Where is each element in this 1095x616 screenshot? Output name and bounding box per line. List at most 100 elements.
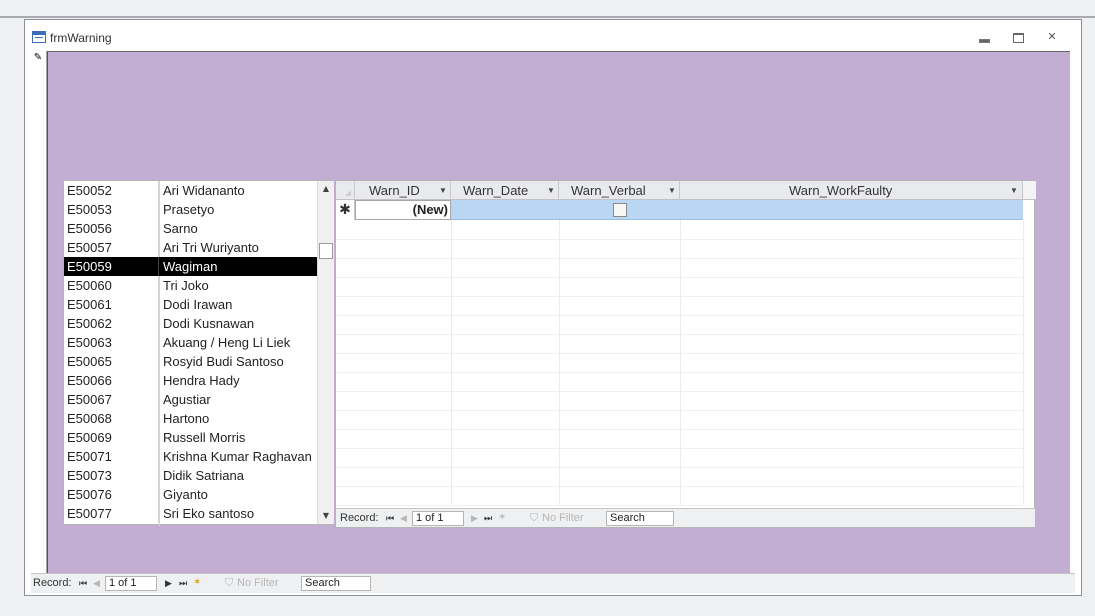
list-item[interactable]: E50076 Giyanto	[64, 485, 317, 504]
column-header-warn-workfaulty[interactable]: Warn_WorkFaulty ▼	[680, 181, 1023, 200]
list-item[interactable]: E50063 Akuang / Heng Li Liek	[64, 333, 317, 352]
grid-row-line	[336, 429, 1023, 430]
employee-id: E50067	[67, 390, 159, 409]
list-item[interactable]: E50073 Didik Satriana	[64, 466, 317, 485]
grid-row-line	[336, 334, 1023, 335]
new-record-marker[interactable]: ✱	[336, 200, 355, 220]
restore-icon[interactable]	[1009, 29, 1027, 45]
search-input[interactable]: Search	[606, 511, 674, 526]
employee-name: Krishna Kumar Raghavan	[163, 449, 312, 464]
employee-name: Agustiar	[163, 392, 211, 407]
record-label: Record:	[340, 512, 379, 524]
list-item[interactable]: E50066 Hendra Hady	[64, 371, 317, 390]
new-record-icon[interactable]: ✶	[498, 509, 506, 527]
list-item[interactable]: E50059 Wagiman	[64, 257, 317, 276]
scroll-down-icon[interactable]: ▼	[318, 508, 334, 524]
new-record-icon[interactable]: ✶	[193, 574, 201, 592]
grid-row-line	[336, 410, 1023, 411]
list-item[interactable]: E50062 Dodi Kusnawan	[64, 314, 317, 333]
last-record-icon[interactable]: ⏭	[484, 509, 492, 527]
next-record-icon[interactable]: ▶	[165, 574, 172, 592]
employee-id: E50063	[67, 333, 159, 352]
list-item[interactable]: E50061 Dodi Irawan	[64, 295, 317, 314]
employee-name: Dodi Kusnawan	[163, 316, 255, 331]
select-all-corner[interactable]	[336, 181, 355, 200]
filter-icon: ⛉	[225, 577, 234, 589]
grid-column-line	[451, 220, 452, 505]
chevron-down-icon[interactable]: ▼	[1010, 181, 1018, 200]
employee-id: E50073	[67, 466, 159, 485]
list-item[interactable]: E50077 Sri Eko santoso	[64, 504, 317, 523]
form-body: ▲ ▼ E50052 Ari Widananto E50053 Prasetyo E50…	[47, 51, 1070, 573]
window-titlebar[interactable]: frmWarning ✕	[25, 20, 1081, 51]
record-label: Record:	[33, 577, 72, 589]
scroll-thumb[interactable]	[319, 243, 333, 259]
no-filter-label: No Filter	[542, 512, 584, 524]
employee-id: E50066	[67, 371, 159, 390]
chevron-down-icon[interactable]: ▼	[668, 181, 676, 200]
list-item[interactable]: E50056 Sarno	[64, 219, 317, 238]
record-position-input[interactable]: 1 of 1	[105, 576, 157, 591]
next-record-icon[interactable]: ▶	[471, 509, 478, 527]
employee-id: E50076	[67, 485, 159, 504]
grid-row-line	[336, 239, 1023, 240]
list-item[interactable]: E50069 Russell Morris	[64, 428, 317, 447]
employee-name: Dodi Irawan	[163, 297, 233, 312]
employee-id: E50061	[67, 295, 159, 314]
search-input[interactable]: Search	[301, 576, 371, 591]
list-item[interactable]: E50053 Prasetyo	[64, 200, 317, 219]
list-item[interactable]: E50052 Ari Widananto	[64, 181, 317, 200]
previous-record-icon[interactable]: ◀	[93, 574, 100, 592]
form-icon	[32, 31, 46, 43]
first-record-icon[interactable]: ⏮	[79, 574, 87, 592]
list-item[interactable]: E50060 Tri Joko	[64, 276, 317, 295]
grid-column-line	[1023, 220, 1024, 505]
last-record-icon[interactable]: ⏭	[179, 574, 187, 592]
grid-row-line	[336, 448, 1023, 449]
employee-listbox[interactable]: ▲ ▼ E50052 Ari Widananto E50053 Prasetyo E50…	[63, 180, 334, 526]
column-header-label: Warn_Verbal	[571, 183, 646, 198]
employee-name: Prasetyo	[163, 202, 215, 217]
list-item[interactable]: E50071 Krishna Kumar Raghavan	[64, 447, 317, 466]
listbox-scrollbar[interactable]: ▲ ▼	[317, 181, 334, 524]
chevron-down-icon[interactable]: ▼	[547, 181, 555, 200]
warn-verbal-checkbox[interactable]	[613, 203, 627, 217]
list-item[interactable]: E50057 Ari Tri Wuriyanto	[64, 238, 317, 257]
employee-name: Sarno	[163, 221, 198, 236]
employee-id: E50057	[67, 238, 159, 257]
no-filter-button[interactable]: ⛉ No Filter	[225, 574, 279, 592]
top-separator-line	[0, 16, 1095, 18]
column-header-warn-verbal[interactable]: Warn_Verbal ▼	[559, 181, 680, 200]
employee-name: Sri Eko santoso	[163, 506, 255, 521]
column-header-warn-id[interactable]: Warn_ID ▼	[355, 181, 451, 200]
employee-id: E50052	[67, 181, 159, 200]
list-item[interactable]: E50068 Hartono	[64, 409, 317, 428]
grid-column-line	[559, 220, 560, 505]
column-header-warn-date[interactable]: Warn_Date ▼	[451, 181, 559, 200]
no-filter-label: No Filter	[237, 577, 279, 589]
employee-id: E50065	[67, 352, 159, 371]
scroll-up-icon[interactable]: ▲	[318, 181, 334, 197]
list-item[interactable]: E50065 Rosyid Budi Santoso	[64, 352, 317, 371]
previous-record-icon[interactable]: ◀	[400, 509, 407, 527]
column-header-label: Warn_WorkFaulty	[789, 183, 893, 198]
chevron-down-icon[interactable]: ▼	[439, 181, 447, 200]
warn-id-cell[interactable]: (New)	[355, 200, 451, 220]
first-record-icon[interactable]: ⏮	[386, 509, 394, 527]
employee-id: E50069	[67, 428, 159, 447]
employee-id: E50068	[67, 409, 159, 428]
no-filter-button[interactable]: ⛉ No Filter	[530, 509, 584, 527]
grid-row-line	[336, 486, 1023, 487]
employee-name: Ari Widananto	[163, 183, 245, 198]
minimize-icon[interactable]	[975, 29, 993, 45]
header-filler	[1023, 181, 1036, 200]
grid-row-line	[336, 258, 1023, 259]
record-position-input[interactable]: 1 of 1	[412, 511, 464, 526]
column-header-label: Warn_Date	[463, 183, 529, 198]
pencil-icon: ✎	[33, 52, 43, 63]
employee-name: Tri Joko	[163, 278, 209, 293]
close-icon[interactable]: ✕	[1043, 29, 1061, 45]
record-selector[interactable]: ✎	[31, 51, 47, 573]
list-item[interactable]: E50067 Agustiar	[64, 390, 317, 409]
employee-name: Rosyid Budi Santoso	[163, 354, 284, 369]
